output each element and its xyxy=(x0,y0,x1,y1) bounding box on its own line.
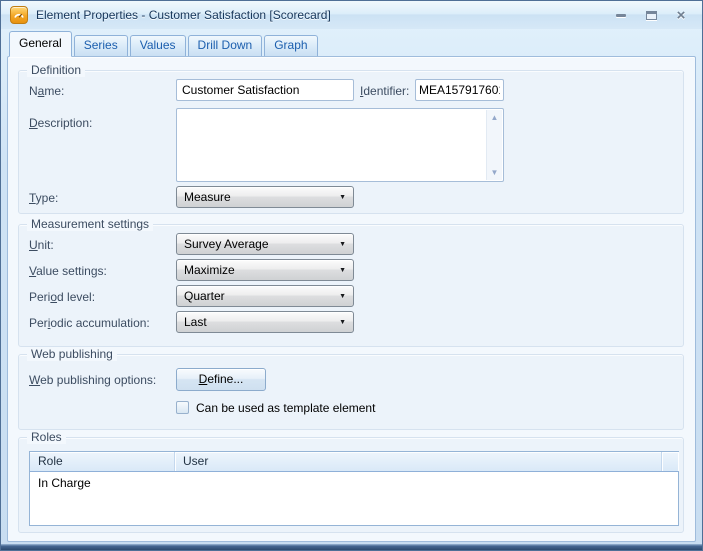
period-level-dropdown[interactable]: Quarter ▼ xyxy=(176,285,354,307)
name-input[interactable] xyxy=(176,79,354,101)
column-header-user[interactable]: User xyxy=(175,452,662,471)
web-publishing-group: Web publishing Web publishing options: D… xyxy=(18,354,684,430)
roles-group-label: Roles xyxy=(27,430,66,444)
element-properties-window: Element Properties - Customer Satisfacti… xyxy=(0,0,703,551)
window-bottom-border xyxy=(1,544,702,550)
web-publishing-group-label: Web publishing xyxy=(27,347,117,361)
tab-strip: General Series Values Drill Down Graph xyxy=(7,30,696,56)
chevron-down-icon: ▼ xyxy=(339,241,346,248)
description-label: Description: xyxy=(29,116,92,130)
template-element-checkbox-label: Can be used as template element xyxy=(196,401,375,415)
description-scrollbar[interactable]: ▲ ▼ xyxy=(486,110,502,180)
measurement-settings-group: Measurement settings Unit: Survey Averag… xyxy=(18,224,684,347)
periodic-accumulation-dropdown[interactable]: Last ▼ xyxy=(176,311,354,333)
maximize-button[interactable] xyxy=(644,8,658,22)
tab-general[interactable]: General xyxy=(9,31,72,57)
gauge-icon xyxy=(10,6,28,24)
scroll-up-icon[interactable]: ▲ xyxy=(491,113,499,122)
definition-group-label: Definition xyxy=(27,63,85,77)
column-header-gutter xyxy=(662,452,678,471)
definition-group: Definition Name: Identifier: Description… xyxy=(18,70,684,214)
window-title: Element Properties - Customer Satisfacti… xyxy=(36,8,331,22)
maximize-icon xyxy=(646,11,657,20)
table-row[interactable]: In Charge xyxy=(30,472,678,494)
period-level-label: Period level: xyxy=(29,290,95,304)
period-level-dropdown-value: Quarter xyxy=(184,289,335,303)
column-header-role[interactable]: Role xyxy=(30,452,175,471)
minimize-icon xyxy=(616,14,626,17)
chevron-down-icon: ▼ xyxy=(339,267,346,274)
roles-table: Role User In Charge xyxy=(29,451,679,526)
chevron-down-icon: ▼ xyxy=(339,194,346,201)
periodic-accumulation-label: Periodic accumulation: xyxy=(29,316,150,330)
roles-table-header: Role User xyxy=(30,452,678,472)
unit-dropdown[interactable]: Survey Average ▼ xyxy=(176,233,354,255)
identifier-input[interactable] xyxy=(415,79,504,101)
close-icon: × xyxy=(677,8,686,23)
name-label: Name: xyxy=(29,84,64,98)
unit-dropdown-value: Survey Average xyxy=(184,237,335,251)
unit-label: Unit: xyxy=(29,238,54,252)
chevron-down-icon: ▼ xyxy=(339,319,346,326)
type-dropdown[interactable]: Measure ▼ xyxy=(176,186,354,208)
general-tab-page: Definition Name: Identifier: Description… xyxy=(7,56,696,542)
description-textarea[interactable]: ▲ ▼ xyxy=(176,108,504,182)
identifier-label: Identifier: xyxy=(360,84,409,98)
template-element-checkbox[interactable] xyxy=(176,401,189,414)
web-publishing-options-label: Web publishing options: xyxy=(29,373,156,387)
measurement-settings-group-label: Measurement settings xyxy=(27,217,153,231)
roles-group: Roles Role User In Charge xyxy=(18,437,684,533)
type-dropdown-value: Measure xyxy=(184,190,335,204)
close-button[interactable]: × xyxy=(674,8,688,22)
tab-drill-down[interactable]: Drill Down xyxy=(188,35,263,56)
value-settings-dropdown[interactable]: Maximize ▼ xyxy=(176,259,354,281)
tab-values[interactable]: Values xyxy=(130,35,186,56)
titlebar[interactable]: Element Properties - Customer Satisfacti… xyxy=(1,1,702,29)
scroll-down-icon[interactable]: ▼ xyxy=(491,168,499,177)
type-label: Type: xyxy=(29,191,58,205)
tab-graph[interactable]: Graph xyxy=(264,35,317,56)
value-settings-label: Value settings: xyxy=(29,264,107,278)
periodic-accumulation-dropdown-value: Last xyxy=(184,315,335,329)
roles-table-body: In Charge xyxy=(30,472,678,525)
tab-series[interactable]: Series xyxy=(74,35,128,56)
chevron-down-icon: ▼ xyxy=(339,293,346,300)
define-button[interactable]: Define... xyxy=(176,368,266,391)
value-settings-dropdown-value: Maximize xyxy=(184,263,335,277)
minimize-button[interactable] xyxy=(614,8,628,22)
